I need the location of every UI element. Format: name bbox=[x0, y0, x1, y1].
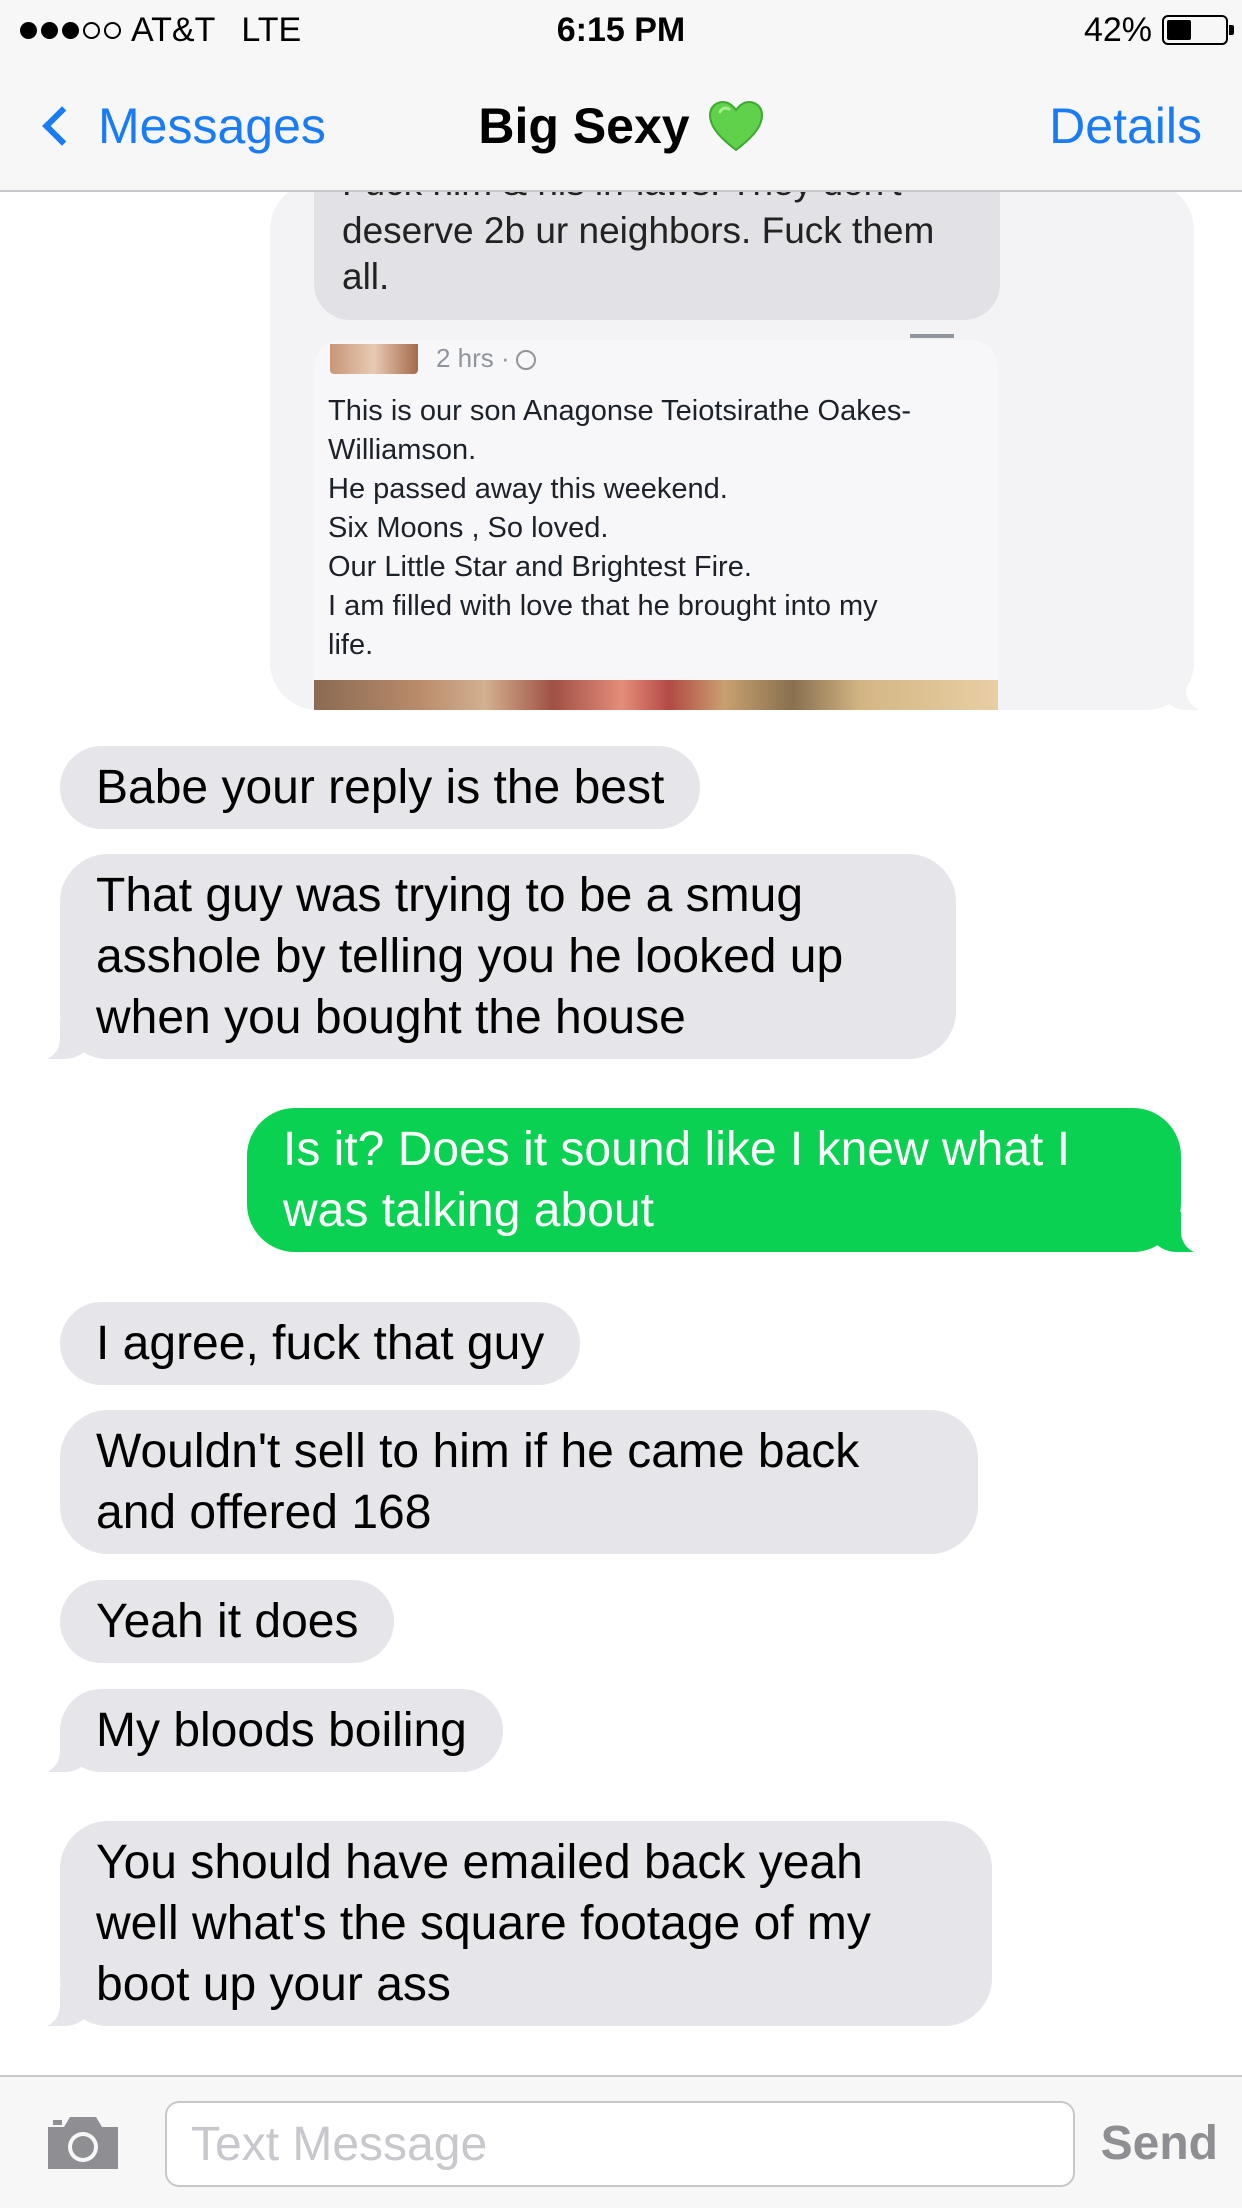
sent-message[interactable]: Is it? Does it sound like I knew what I … bbox=[247, 1108, 1211, 1254]
details-button[interactable]: Details bbox=[1049, 96, 1202, 156]
message-text: Yeah it does bbox=[96, 1595, 359, 1648]
post-line: life. bbox=[328, 629, 374, 661]
received-message[interactable]: You should have emailed back yeah well w… bbox=[30, 1821, 992, 2028]
post-line: Williamson. bbox=[328, 434, 477, 466]
message-text: Is it? Does it sound like I knew what I … bbox=[283, 1123, 1071, 1237]
received-message[interactable]: Wouldn't sell to him if he came back and… bbox=[60, 1410, 978, 1554]
post-line: I am filled with love that he brought in… bbox=[328, 590, 878, 622]
post-text: This is our son Anagonse Teiotsirathe Oa… bbox=[328, 392, 978, 665]
screenshot-reply-bubble: Fuck him & his in-laws. They don't deser… bbox=[314, 192, 1000, 320]
text-message-input[interactable] bbox=[165, 2101, 1075, 2187]
shared-screenshot-image[interactable]: Fuck him & his in-laws. They don't deser… bbox=[270, 192, 1194, 710]
status-right: 42% bbox=[1083, 8, 1234, 52]
more-icon bbox=[910, 334, 954, 348]
message-text: You should have emailed back yeah well w… bbox=[96, 1836, 871, 2011]
screenshot-facebook-post: 2 hrs · This is our son Anagonse Teiotsi… bbox=[314, 334, 998, 710]
post-line: This is our son Anagonse Teiotsirathe Oa… bbox=[328, 395, 912, 427]
status-bar: AT&T LTE 6:15 PM 42% bbox=[0, 0, 1242, 60]
camera-icon[interactable] bbox=[44, 2113, 122, 2173]
message-text: That guy was trying to be a smug asshole… bbox=[96, 869, 844, 1044]
received-message[interactable]: Babe your reply is the best bbox=[60, 746, 701, 829]
message-input-bar: Send bbox=[0, 2075, 1242, 2208]
received-message[interactable]: My bloods boiling bbox=[30, 1689, 503, 1774]
received-message[interactable]: I agree, fuck that guy bbox=[60, 1302, 581, 1385]
post-line: Six Moons , So loved. bbox=[328, 512, 609, 544]
message-text: I agree, fuck that guy bbox=[96, 1317, 545, 1370]
battery-icon bbox=[1162, 15, 1234, 45]
post-meta: 2 hrs · bbox=[436, 340, 536, 376]
received-message[interactable]: That guy was trying to be a smug asshole… bbox=[30, 854, 956, 1061]
screenshot-reply-line: deserve 2b ur neighbors. Fuck them bbox=[342, 210, 935, 251]
received-message[interactable]: Yeah it does bbox=[60, 1580, 395, 1663]
conversation-area[interactable]: Fuck him & his in-laws. They don't deser… bbox=[0, 192, 1242, 2075]
post-avatar bbox=[330, 344, 418, 374]
message-text: Wouldn't sell to him if he came back and… bbox=[96, 1425, 860, 1539]
post-line: Our Little Star and Brightest Fire. bbox=[328, 551, 752, 583]
post-photo bbox=[314, 680, 998, 710]
battery-percent: 42% bbox=[1083, 10, 1152, 49]
nav-bar: Messages Big Sexy Details bbox=[0, 60, 1242, 192]
contact-name: Big Sexy bbox=[478, 98, 690, 154]
screenshot-reply-line: Fuck him & his in-laws. They don't bbox=[342, 192, 902, 206]
message-text: My bloods boiling bbox=[96, 1704, 467, 1757]
post-line: He passed away this weekend. bbox=[328, 473, 728, 505]
globe-icon bbox=[515, 350, 536, 370]
message-text: Babe your reply is the best bbox=[96, 761, 665, 814]
status-time: 6:15 PM bbox=[556, 11, 686, 49]
screenshot-reply-line: all. bbox=[342, 256, 390, 297]
send-button[interactable]: Send bbox=[1101, 2113, 1218, 2175]
green-heart-icon bbox=[708, 100, 763, 152]
